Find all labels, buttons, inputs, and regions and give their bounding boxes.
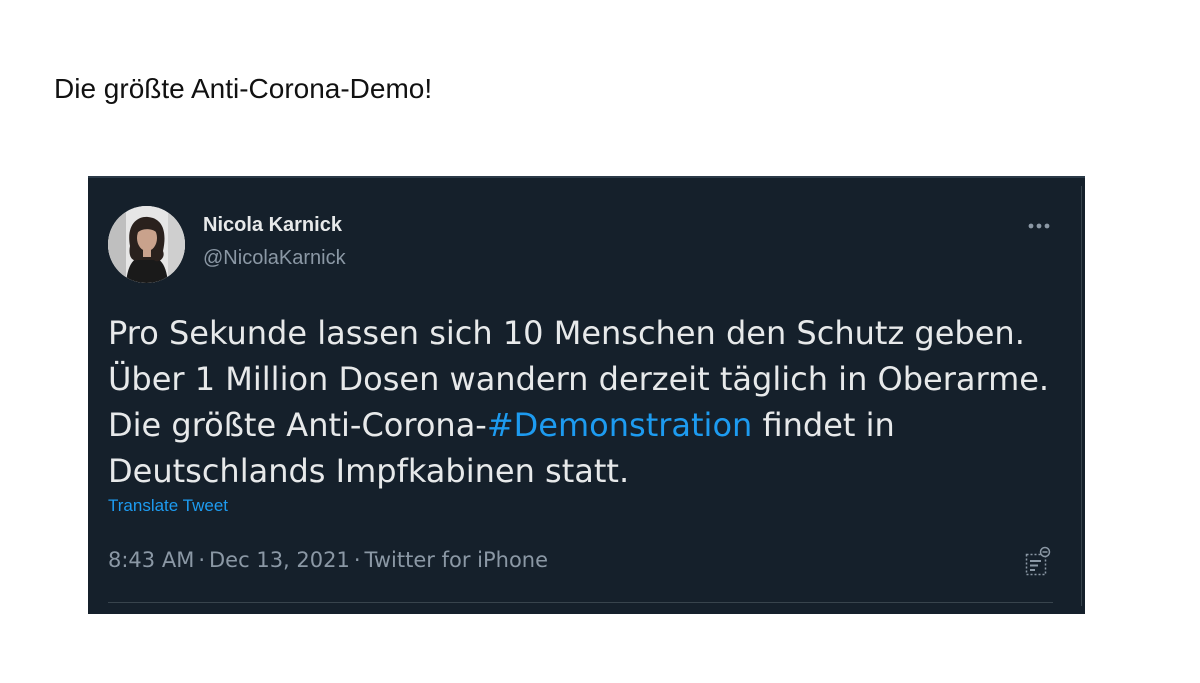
- avatar-photo: [108, 206, 185, 283]
- hashtag-link[interactable]: #Demonstration: [487, 406, 752, 444]
- author-name[interactable]: Nicola Karnick: [203, 214, 342, 237]
- page-heading: Die größte Anti-Corona-Demo!: [54, 73, 433, 104]
- tweet-time[interactable]: 8:43 AM: [108, 548, 194, 572]
- translate-tweet-link[interactable]: Translate Tweet: [108, 496, 228, 516]
- more-dots-icon[interactable]: [1022, 216, 1056, 236]
- avatar[interactable]: [108, 206, 185, 283]
- card-top-border: [88, 176, 1085, 178]
- author-handle[interactable]: @NicolaKarnick: [203, 247, 346, 270]
- meta-separator: ·: [198, 548, 206, 572]
- tweet-text: Pro Sekunde lassen sich 10 Menschen den …: [108, 310, 1050, 494]
- tweet-date[interactable]: Dec 13, 2021: [209, 548, 350, 572]
- tweet-text-segment: Die größte Anti-Corona-: [108, 406, 487, 444]
- divider: [108, 602, 1053, 603]
- tweet-text-line: Die größte Anti-Corona-#Demonstration fi…: [108, 402, 1038, 448]
- analytics-icon[interactable]: [1025, 546, 1051, 576]
- tweet-source[interactable]: Twitter for iPhone: [365, 548, 549, 572]
- tweet-text-line: Über 1 Million Dosen wandern derzeit täg…: [108, 360, 1050, 398]
- tweet-card: Nicola Karnick @NicolaKarnick Pro Sekund…: [88, 176, 1085, 614]
- tweet-meta: 8:43 AM · Dec 13, 2021 · Twitter for iPhone: [108, 548, 548, 572]
- tweet-text-segment: findet in: [752, 406, 895, 444]
- tweet-text-line: Pro Sekunde lassen sich 10 Menschen den …: [108, 314, 1025, 352]
- tweet-text-line: Deutschlands Impfkabinen statt.: [108, 452, 630, 490]
- card-right-border: [1081, 186, 1082, 606]
- meta-separator: ·: [353, 548, 361, 572]
